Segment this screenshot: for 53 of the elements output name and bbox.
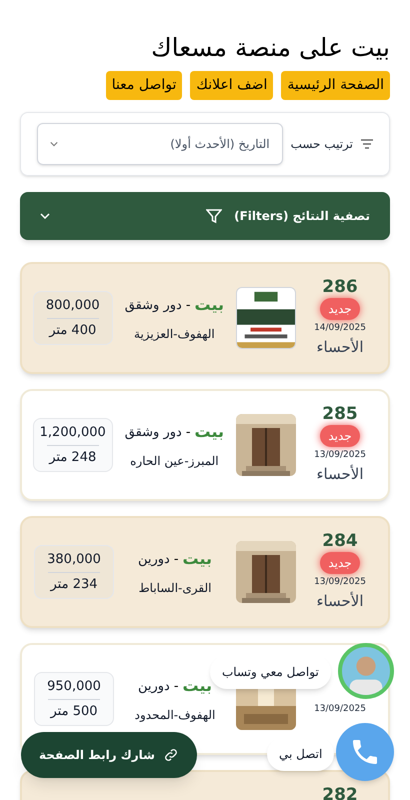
listing-price: 380,000 (47, 551, 101, 570)
new-badge: جديد (320, 425, 360, 448)
listing-type: بيت (194, 421, 224, 444)
listing-date: 13/09/2025 (314, 702, 366, 716)
new-badge: جديد (320, 298, 360, 320)
listing-price: 1,200,000 (40, 424, 106, 442)
chevron-icon (50, 141, 58, 148)
title-separator: - (186, 424, 191, 442)
page-title: بيت على منصة مسعاك (150, 32, 390, 64)
whatsapp-tooltip[interactable]: تواصل معي وتساب (210, 655, 331, 689)
listing-city: الأحساء (316, 590, 364, 612)
listing-subtype: دورين (138, 678, 170, 696)
listing-type: بيت (194, 294, 224, 316)
listing-area: 400 متر (49, 320, 96, 340)
filter-icon (206, 208, 222, 224)
link-icon (162, 747, 179, 763)
listing-date: 13/09/2025 (314, 448, 366, 462)
nav-button[interactable]: تواصل معنا (106, 71, 182, 100)
listing-subtype: دور وشقق (124, 424, 182, 442)
sort-label: ترتيب حسب (290, 136, 353, 154)
listing-price: 950,000 (47, 678, 101, 696)
title-separator: - (174, 678, 179, 696)
listing-city: الأحساء (316, 336, 364, 358)
listing-location: الهفوف-المحدود (134, 707, 216, 724)
listing-number: 285 (322, 404, 358, 425)
listing-area: 234 متر (50, 574, 98, 594)
listing-number: 282 (322, 784, 358, 800)
nav-button[interactable]: الصفحة الرئيسية (281, 71, 390, 100)
nav-button[interactable]: اضف اعلانك (190, 71, 274, 100)
listing-subtype: دورين (138, 550, 170, 568)
listing-type: بيت (182, 548, 212, 570)
listing-date: 14/09/2025 (314, 322, 366, 334)
chevron-icon (40, 213, 50, 220)
filters-bar[interactable]: تصفية النتائج (Filters) (20, 192, 390, 240)
title-separator: - (186, 296, 191, 314)
listing-area: 500 متر (50, 702, 98, 722)
listing-location: القرى-الساباط (138, 580, 212, 598)
listing-number: 286 (322, 276, 358, 298)
call-tooltip[interactable]: اتصل بي (267, 737, 334, 771)
listing-city: الأحساء (316, 464, 364, 485)
sort-select[interactable]: التاريخ (الأحدث أولا) (37, 123, 283, 166)
listing-location: الهفوف-العزيزية (134, 326, 215, 344)
listing-type: بيت (182, 675, 212, 698)
title-separator: - (174, 550, 179, 568)
sort-icon (361, 138, 373, 150)
listing-area: 248 متر (49, 448, 96, 468)
new-badge: جديد (320, 552, 360, 574)
listing-price: 800,000 (46, 297, 100, 316)
listing-subtype: دور وشقق (124, 296, 182, 314)
share-button[interactable]: شارك رابط الصفحة (21, 732, 197, 778)
listing-location: المبرز-عين الحاره (130, 453, 219, 470)
listing-date: 13/09/2025 (314, 576, 366, 588)
listing-number: 284 (322, 530, 358, 552)
